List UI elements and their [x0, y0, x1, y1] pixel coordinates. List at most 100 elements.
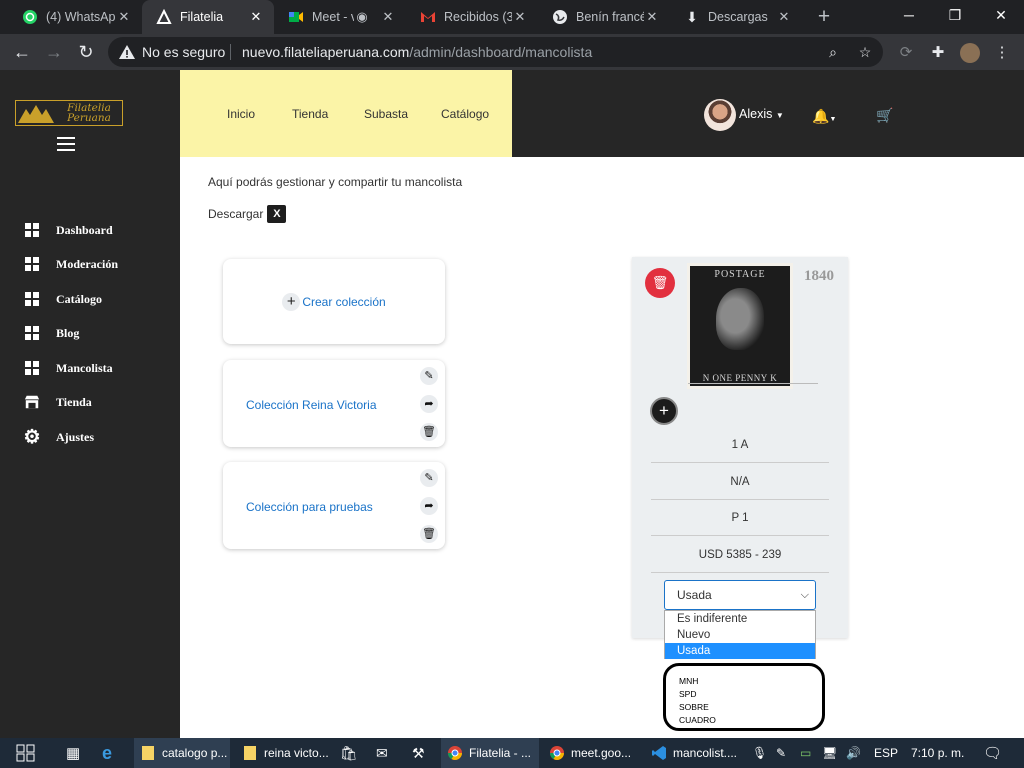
- meet-icon: [288, 9, 304, 25]
- close-tab-icon[interactable]: ✕: [512, 9, 528, 25]
- grid-icon: [24, 325, 40, 341]
- extension-disabled-icon[interactable]: ⟳: [896, 43, 916, 63]
- close-tab-icon[interactable]: ✕: [248, 9, 264, 25]
- store-app-icon[interactable]: 🛍: [340, 738, 358, 768]
- sidebar-item-blog[interactable]: Blog: [24, 323, 79, 343]
- gmail-icon: [420, 9, 436, 25]
- calculator-icon[interactable]: ▦: [66, 738, 80, 768]
- edit-pencil-icon[interactable]: ✎: [420, 469, 438, 487]
- url-path: /admin/dashboard/mancolista: [409, 44, 593, 60]
- add-stamp-button[interactable]: +: [650, 397, 678, 425]
- sidebar-item-tienda[interactable]: Tienda: [24, 392, 92, 412]
- restore-button[interactable]: ❐: [932, 0, 978, 30]
- trash-icon[interactable]: 🗑: [420, 423, 438, 441]
- logo-text: Filatelia Peruana: [56, 103, 122, 124]
- extensions-puzzle-icon[interactable]: ✚: [928, 43, 948, 63]
- volume-icon[interactable]: 🔊: [846, 746, 861, 760]
- tab-title: Recibidos (3: [444, 10, 512, 24]
- reload-button[interactable]: ↻: [75, 41, 97, 63]
- browser-tab-whatsapp[interactable]: (4) WhatsApp ✕: [8, 0, 142, 34]
- sidebar-item-ajustes[interactable]: ⚙ Ajustes: [23, 427, 94, 448]
- grid-icon: [24, 222, 40, 238]
- condition-option[interactable]: Nuevo: [665, 627, 815, 643]
- notifications-bell-icon[interactable]: 🔔▼: [812, 108, 836, 125]
- browser-tab-benin[interactable]: Benín francé ✕: [538, 0, 670, 34]
- collection-name[interactable]: Colección para pruebas: [246, 500, 373, 514]
- forward-button[interactable]: →: [43, 41, 65, 63]
- not-secure-label[interactable]: No es seguro: [142, 44, 225, 60]
- create-collection-label[interactable]: Crear colección: [302, 295, 385, 309]
- tab-title: Filatelia: [180, 10, 224, 24]
- delete-stamp-button[interactable]: 🗑: [645, 268, 675, 298]
- taskbar-item-reina[interactable]: reina victo...: [236, 738, 332, 768]
- share-arrow-icon[interactable]: ➦: [420, 497, 438, 515]
- edit-pencil-icon[interactable]: ✎: [420, 367, 438, 385]
- user-avatar[interactable]: [704, 99, 736, 131]
- user-menu[interactable]: Alexis ▼: [739, 107, 784, 121]
- task-view-icon[interactable]: [16, 738, 36, 768]
- taskbar-item-meet[interactable]: meet.goo...: [543, 738, 641, 768]
- sidebar-item-label: Moderación: [56, 256, 118, 271]
- condition-select[interactable]: Usada ⌵: [664, 580, 816, 610]
- microphone-icon[interactable]: 🎙: [752, 746, 767, 760]
- close-tab-icon[interactable]: ✕: [776, 9, 792, 25]
- nav-link-catalogo[interactable]: Catálogo: [441, 107, 489, 121]
- create-collection-card[interactable]: + Crear colección: [223, 259, 445, 344]
- browser-tab-gmail[interactable]: Recibidos (3 ✕: [406, 0, 538, 34]
- mail-icon[interactable]: ✉: [376, 738, 388, 768]
- close-tab-icon[interactable]: ✕: [380, 9, 396, 25]
- cart-icon[interactable]: 🛒: [876, 107, 893, 124]
- pen-icon[interactable]: ✎: [776, 746, 786, 760]
- excel-icon[interactable]: X: [267, 205, 287, 223]
- taskbar-item-filatelia[interactable]: Filatelia - ...: [441, 738, 539, 768]
- battery-icon[interactable]: ▭: [800, 746, 811, 760]
- notifications-icon[interactable]: 🗨: [983, 744, 1002, 762]
- sidebar-item-mancolista[interactable]: Mancolista: [24, 358, 113, 378]
- clock[interactable]: 7:10 p. m.: [911, 746, 964, 760]
- taskbar-item-catalogo[interactable]: catalogo p...: [134, 738, 230, 768]
- profile-avatar[interactable]: [960, 43, 980, 63]
- collection-card[interactable]: Colección para pruebas ✎ ➦ 🗑: [223, 462, 445, 549]
- address-bar[interactable]: No es seguro nuevo.filateliaperuana.com/…: [108, 37, 883, 67]
- edge-icon[interactable]: e: [102, 738, 112, 768]
- trash-icon[interactable]: 🗑: [420, 525, 438, 543]
- close-tab-icon[interactable]: ✕: [644, 9, 660, 25]
- nav-link-inicio[interactable]: Inicio: [227, 107, 255, 121]
- network-icon[interactable]: 🖥: [822, 746, 837, 760]
- sidebar-item-catalogo[interactable]: Catálogo: [24, 289, 102, 309]
- url-text[interactable]: nuevo.filateliaperuana.com/admin/dashboa…: [242, 44, 592, 60]
- stamp-top-text: POSTAGE: [714, 269, 766, 280]
- browser-tab-meet[interactable]: Meet - v ◉ ✕: [274, 0, 406, 34]
- grid-icon: [24, 360, 40, 376]
- filatelia-logo[interactable]: Filatelia Peruana: [15, 100, 123, 126]
- warning-icon: [119, 45, 135, 59]
- close-tab-icon[interactable]: ✕: [116, 9, 132, 25]
- zoom-icon[interactable]: ⌕: [824, 43, 842, 61]
- browser-tab-descargas[interactable]: ⬇ Descargas ✕: [670, 0, 802, 34]
- menu-toggle-icon[interactable]: [57, 137, 75, 151]
- collection-name[interactable]: Colección Reina Victoria: [246, 398, 377, 412]
- condition-option-selected[interactable]: Usada: [665, 643, 815, 659]
- close-window-button[interactable]: ✕: [978, 0, 1024, 30]
- minimize-button[interactable]: ─: [886, 0, 932, 30]
- taskbar-label: catalogo p...: [162, 746, 228, 760]
- tab-title: Benín francé: [576, 10, 644, 24]
- taskbar-item-vscode[interactable]: mancolist....: [645, 738, 743, 768]
- sidebar-item-moderacion[interactable]: Moderación: [24, 254, 118, 274]
- back-button[interactable]: ←: [11, 41, 33, 63]
- browser-tab-filatelia[interactable]: Filatelia ✕: [142, 0, 274, 34]
- nav-link-tienda[interactable]: Tienda: [292, 107, 328, 121]
- app-icon[interactable]: ⚒: [412, 738, 425, 768]
- nav-link-subasta[interactable]: Subasta: [364, 107, 408, 121]
- vscode-icon: [651, 745, 667, 761]
- top-navigation: Inicio Tienda Subasta Catálogo: [180, 70, 512, 157]
- browser-menu-icon[interactable]: ⋮: [992, 43, 1012, 63]
- stamp-divider: [688, 383, 818, 384]
- share-arrow-icon[interactable]: ➦: [420, 395, 438, 413]
- new-tab-button[interactable]: +: [812, 4, 836, 30]
- condition-option[interactable]: Es indiferente: [665, 611, 815, 627]
- sidebar-item-dashboard[interactable]: Dashboard: [24, 220, 113, 240]
- collection-card[interactable]: Colección Reina Victoria ✎ ➦ 🗑: [223, 360, 445, 447]
- language-indicator[interactable]: ESP: [874, 746, 898, 760]
- bookmark-star-icon[interactable]: ☆: [856, 43, 874, 61]
